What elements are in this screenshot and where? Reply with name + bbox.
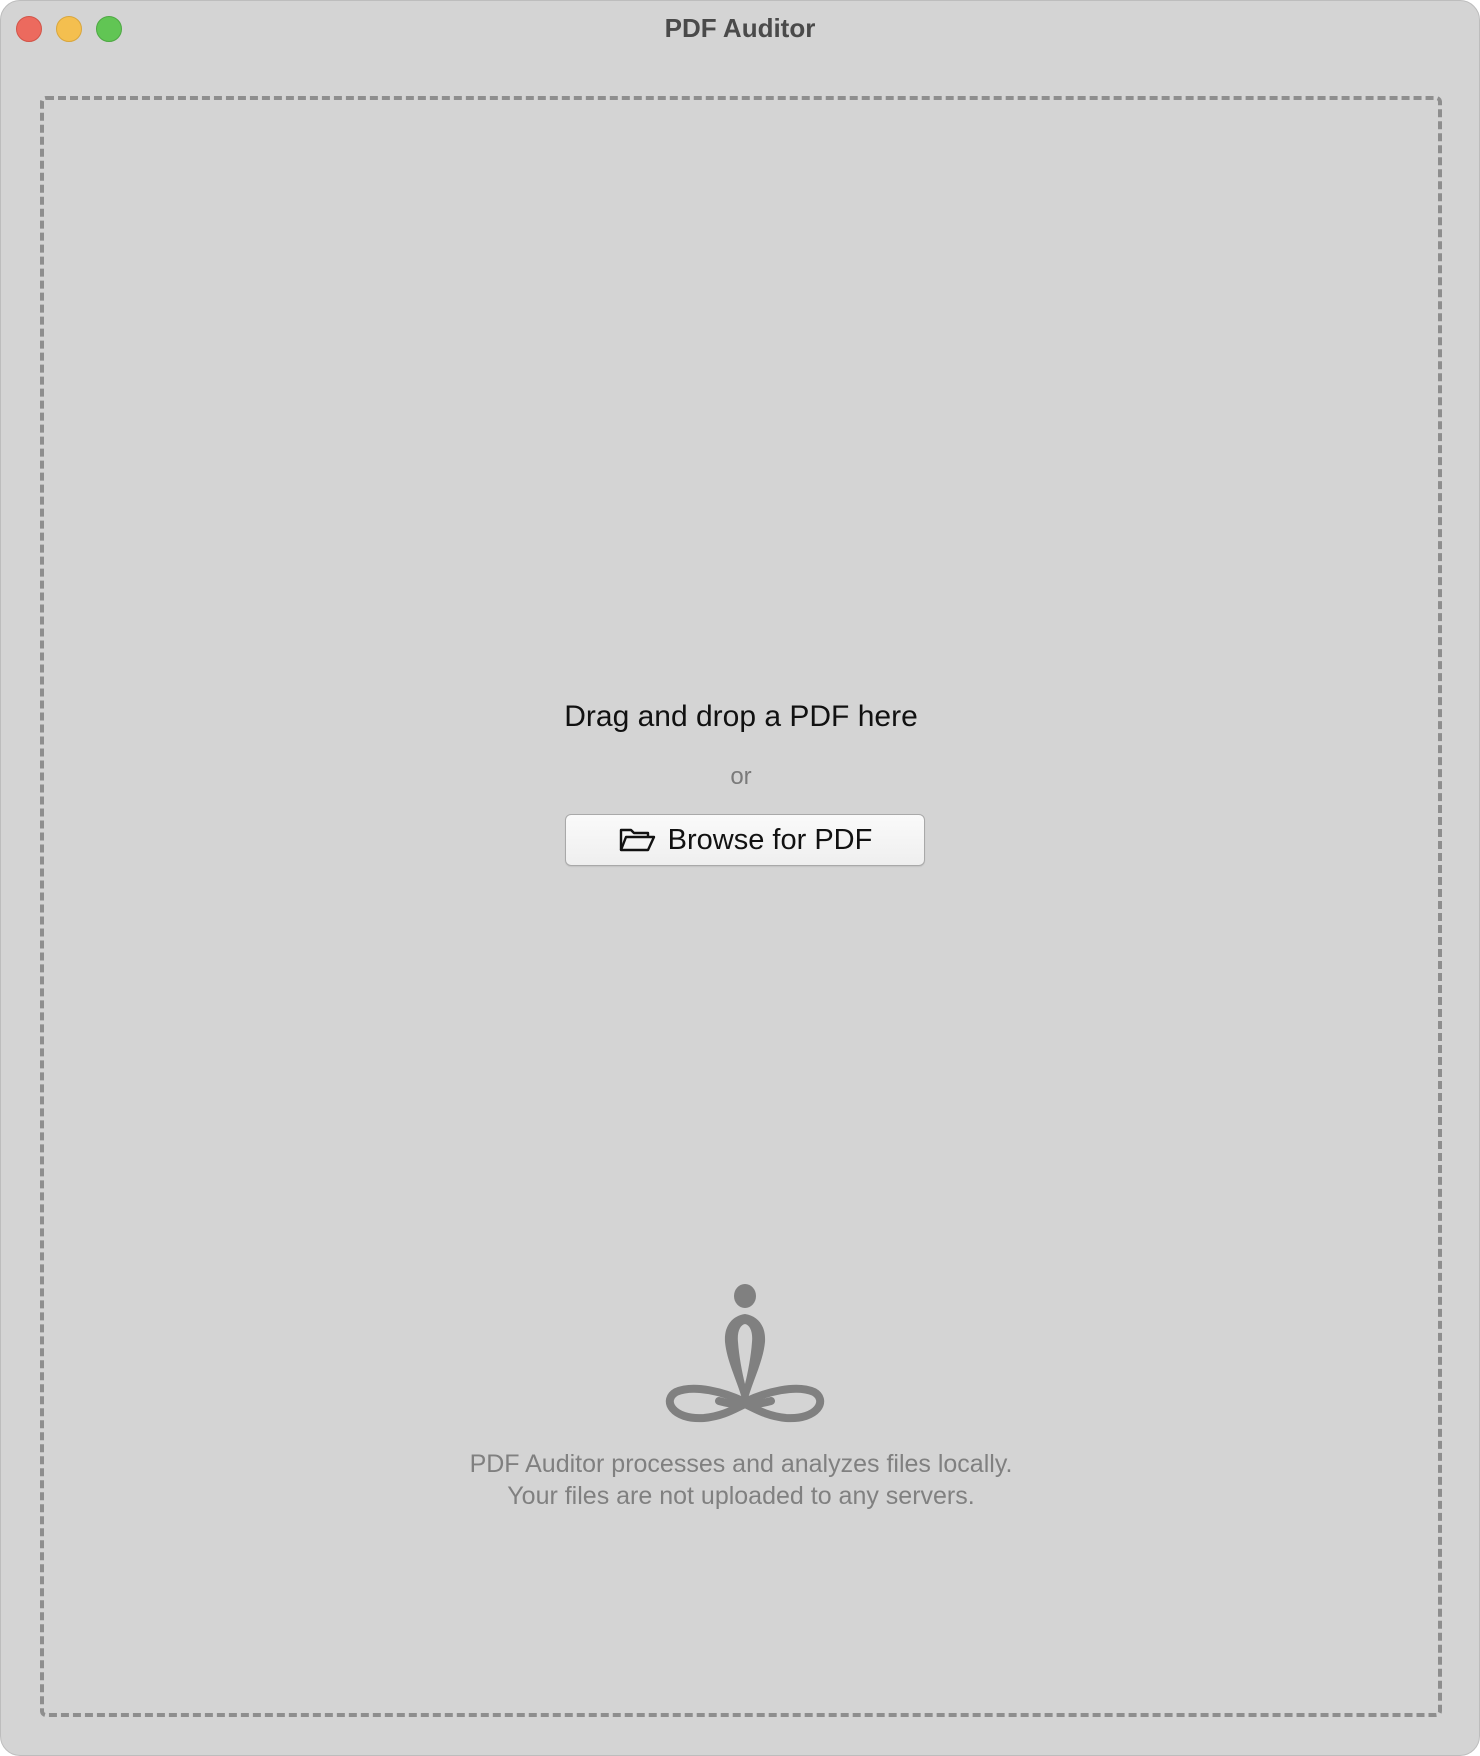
privacy-line-2: Your files are not uploaded to any serve… bbox=[507, 1482, 975, 1510]
privacy-notice: PDF Auditor processes and analyzes files… bbox=[44, 1448, 1438, 1512]
window-title: PDF Auditor bbox=[664, 13, 816, 43]
pdf-drop-zone[interactable]: Drag and drop a PDF here or Browse for P… bbox=[40, 96, 1442, 1717]
title-bar[interactable]: PDF Auditor bbox=[1, 1, 1479, 57]
drop-instruction: Drag and drop a PDF here bbox=[564, 700, 918, 733]
privacy-line-1: PDF Auditor processes and analyzes files… bbox=[469, 1450, 1013, 1478]
browse-for-pdf-button[interactable]: Browse for PDF bbox=[565, 814, 925, 866]
app-window: PDF Auditor Drag and drop a PDF here or … bbox=[0, 0, 1480, 1756]
browse-button-label: Browse for PDF bbox=[667, 823, 873, 856]
or-separator: or bbox=[730, 763, 752, 790]
folder-open-icon bbox=[618, 826, 656, 854]
meditation-icon bbox=[664, 1284, 826, 1430]
